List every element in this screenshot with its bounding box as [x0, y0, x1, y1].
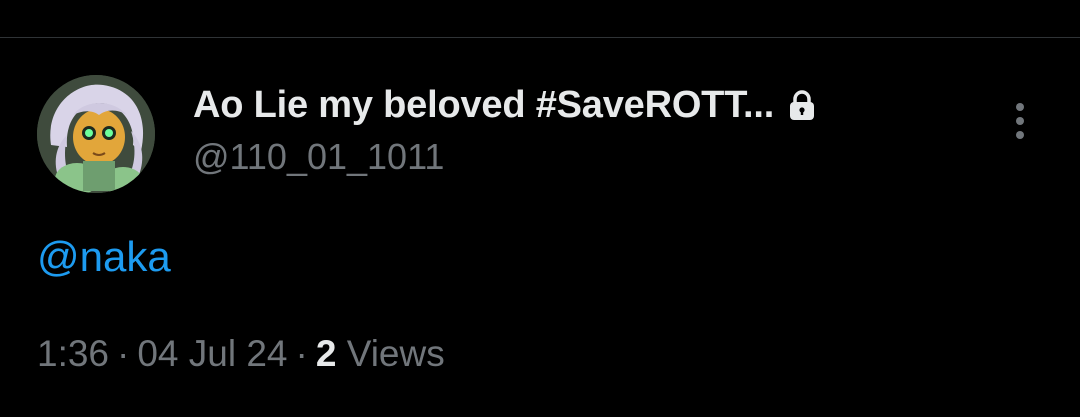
- more-vertical-icon: [1016, 103, 1024, 139]
- lock-icon: [788, 89, 816, 121]
- meta-separator: ·: [117, 333, 130, 374]
- tweet-meta: 1:36 · 04 Jul 24 · 2 Views: [37, 333, 445, 375]
- tweet-text: @naka: [37, 233, 171, 281]
- meta-separator: ·: [295, 333, 308, 374]
- more-options-button[interactable]: [1004, 98, 1036, 144]
- avatar-image: [37, 75, 155, 193]
- handle[interactable]: @110_01_1011: [193, 136, 953, 178]
- views-count: 2: [315, 333, 337, 374]
- display-name-row: Ao Lie my beloved #SaveROTT...: [193, 82, 953, 128]
- mention-link[interactable]: @naka: [37, 233, 171, 280]
- tweet-header: Ao Lie my beloved #SaveROTT... @110_01_1…: [193, 82, 953, 178]
- display-name[interactable]: Ao Lie my beloved #SaveROTT...: [193, 84, 774, 127]
- views-link[interactable]: 2 Views: [316, 333, 445, 374]
- tweet-time[interactable]: 1:36: [37, 333, 109, 374]
- tweet-date[interactable]: 04 Jul 24: [137, 333, 287, 374]
- avatar[interactable]: [37, 75, 155, 193]
- top-divider: [0, 37, 1080, 38]
- views-label: Views: [346, 333, 445, 374]
